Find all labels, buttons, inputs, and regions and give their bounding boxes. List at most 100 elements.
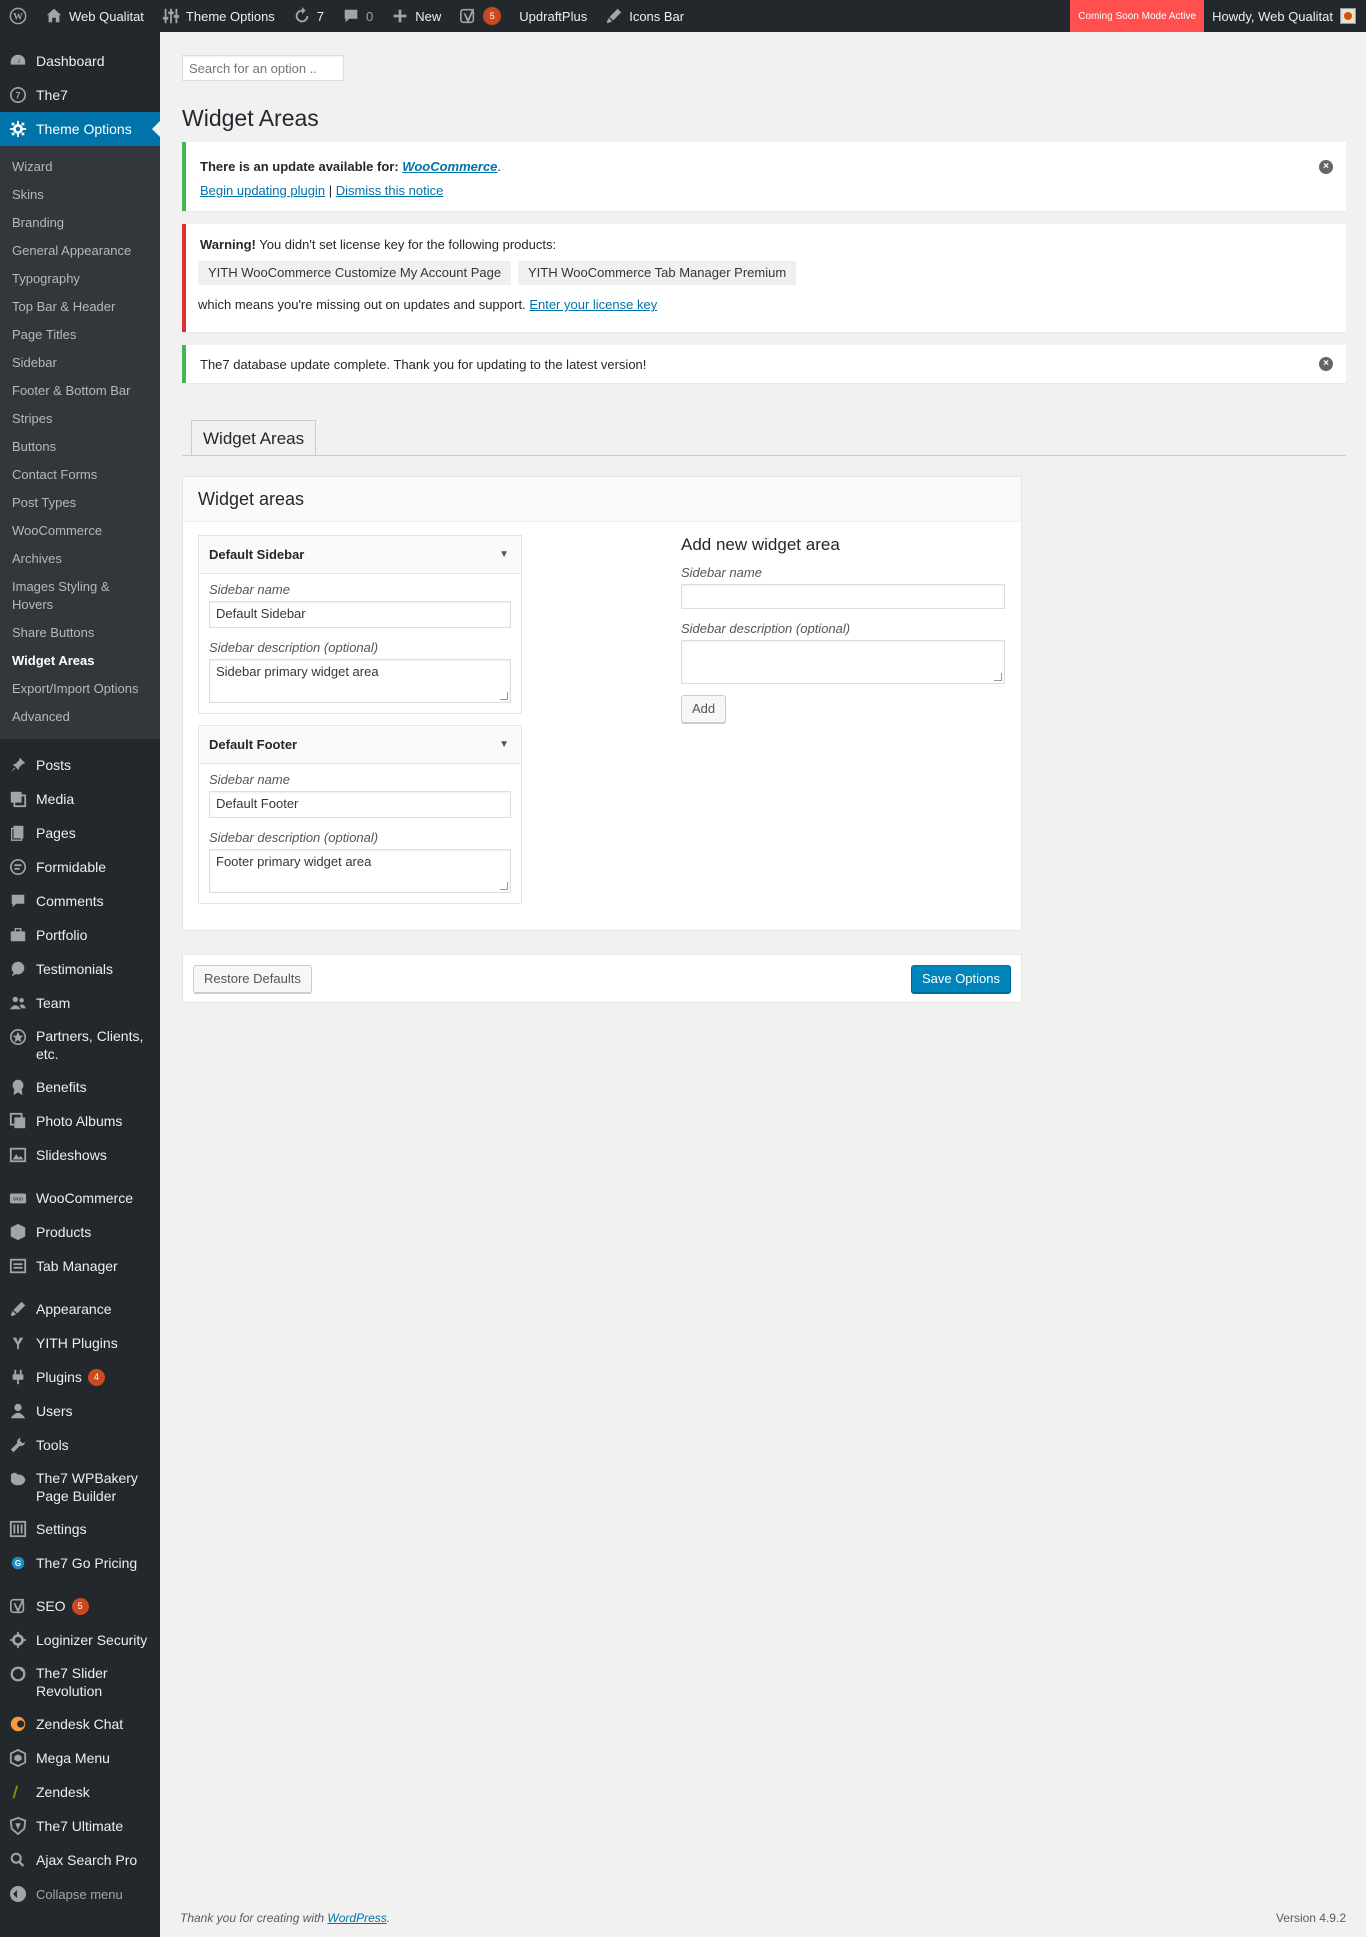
sidebar-item-zendesk-chat[interactable]: Zendesk Chat (0, 1707, 160, 1741)
add-widget-area-title: Add new widget area (681, 535, 840, 554)
sidebar-item-comments[interactable]: Comments (0, 884, 160, 918)
sidebar-item-tab-manager[interactable]: Tab Manager (0, 1249, 160, 1283)
sidebar-item-wpbakery[interactable]: The7 WPBakery Page Builder (0, 1462, 160, 1512)
icons-bar-link[interactable]: Icons Bar (596, 0, 693, 32)
new-content-link[interactable]: New (382, 0, 450, 32)
sidebar-item-partners[interactable]: Partners, Clients, etc. (0, 1020, 160, 1070)
account-menu[interactable]: Howdy, Web Qualitat (1204, 8, 1366, 24)
sidebar-item-yith-plugins[interactable]: YITH Plugins (0, 1326, 160, 1360)
sidebar-name-input[interactable]: Default Sidebar (209, 601, 511, 628)
yoast-link[interactable]: 5 (450, 0, 510, 32)
sidebar-item-testimonials[interactable]: Testimonials (0, 952, 160, 986)
wordpress-link[interactable]: WordPress (327, 1911, 386, 1925)
submenu-top-bar-header[interactable]: Top Bar & Header (0, 293, 160, 321)
enter-license-link[interactable]: Enter your license key (529, 297, 657, 312)
sidebar-item-the7-ultimate[interactable]: The7 Ultimate (0, 1809, 160, 1843)
submenu-skins[interactable]: Skins (0, 181, 160, 209)
sidebar-item-users[interactable]: Users (0, 1394, 160, 1428)
sidebar-item-tools[interactable]: Tools (0, 1428, 160, 1462)
admin-sidebar: Dashboard 7 The7 Theme Options Wizard Sk… (0, 32, 160, 1937)
close-icon[interactable]: × (1319, 160, 1333, 174)
submenu-branding[interactable]: Branding (0, 209, 160, 237)
sidebar-item-products[interactable]: Products (0, 1215, 160, 1249)
submenu-contact-forms[interactable]: Contact Forms (0, 461, 160, 489)
sidebar-item-posts[interactable]: Posts (0, 748, 160, 782)
submenu-woocommerce[interactable]: WooCommerce (0, 517, 160, 545)
submenu-general-appearance[interactable]: General Appearance (0, 237, 160, 265)
submenu-widget-areas[interactable]: Widget Areas (0, 647, 160, 675)
sidebar-item-settings[interactable]: Settings (0, 1512, 160, 1546)
submenu-stripes[interactable]: Stripes (0, 405, 160, 433)
sidebar-item-team[interactable]: Team (0, 986, 160, 1020)
option-search-input[interactable] (182, 55, 344, 81)
triangle-down-icon[interactable]: ▼ (499, 536, 509, 574)
woocommerce-link[interactable]: WooCommerce (402, 159, 497, 174)
sidebar-item-slider-revolution[interactable]: The7 Slider Revolution (0, 1657, 160, 1707)
plugin-update-notice: There is an update available for: WooCom… (182, 142, 1346, 211)
submenu-buttons[interactable]: Buttons (0, 433, 160, 461)
sidebar-item-seo[interactable]: SEO 5 (0, 1589, 160, 1623)
submenu-footer-bottom-bar[interactable]: Footer & Bottom Bar (0, 377, 160, 405)
sidebar-item-theme-options[interactable]: Theme Options (0, 112, 160, 146)
sidebar-item-slideshows[interactable]: Slideshows (0, 1138, 160, 1172)
widget-area-header[interactable]: Default Footer ▼ (199, 726, 521, 764)
add-widget-area-button[interactable]: Add (681, 695, 727, 723)
sidebar-item-the7[interactable]: 7 The7 (0, 78, 160, 112)
coming-soon-badge[interactable]: Coming Soon Mode Active (1070, 0, 1205, 32)
theme-options-link[interactable]: Theme Options (153, 0, 284, 32)
submenu-archives[interactable]: Archives (0, 545, 160, 573)
updates-link[interactable]: 7 (284, 0, 333, 32)
collapse-icon (8, 1884, 28, 1904)
submenu-page-titles[interactable]: Page Titles (0, 321, 160, 349)
submenu-share-buttons[interactable]: Share Buttons (0, 619, 160, 647)
sidebar-item-mega-menu[interactable]: Mega Menu (0, 1741, 160, 1775)
widget-area-header[interactable]: Default Sidebar ▼ (199, 536, 521, 574)
dismiss-notice-link[interactable]: Dismiss this notice (336, 183, 444, 198)
sidebar-item-go-pricing[interactable]: G The7 Go Pricing (0, 1546, 160, 1580)
submenu-post-types[interactable]: Post Types (0, 489, 160, 517)
submenu-wizard[interactable]: Wizard (0, 153, 160, 181)
sidebar-item-dashboard[interactable]: Dashboard (0, 44, 160, 78)
wordpress-logo-button[interactable]: W (0, 0, 36, 32)
sidebar-item-label: Products (36, 1224, 92, 1240)
sidebar-item-plugins[interactable]: Plugins 4 (0, 1360, 160, 1394)
sidebar-item-portfolio[interactable]: Portfolio (0, 918, 160, 952)
plus-icon (391, 7, 409, 25)
submenu-export-import-options[interactable]: Export/Import Options (0, 675, 160, 703)
sidebar-item-photo-albums[interactable]: Photo Albums (0, 1104, 160, 1138)
tab-widget-areas[interactable]: Widget Areas (191, 420, 317, 456)
sidebar-item-woocommerce[interactable]: woo WooCommerce (0, 1181, 160, 1215)
submenu-images-styling-hovers[interactable]: Images Styling & Hovers (0, 573, 160, 619)
sidebar-description-textarea[interactable]: Footer primary widget area (209, 849, 511, 893)
admin-bar: W Web Qualitat Theme Options 7 0 New 5 U… (0, 0, 1366, 32)
begin-updating-link[interactable]: Begin updating plugin (200, 183, 325, 198)
sidebar-item-benefits[interactable]: Benefits (0, 1070, 160, 1104)
collapse-menu-button[interactable]: Collapse menu (0, 1877, 160, 1911)
comments-link[interactable]: 0 (333, 0, 382, 32)
sidebar-item-loginizer[interactable]: Loginizer Security (0, 1623, 160, 1657)
sidebar-item-label: Ajax Search Pro (36, 1852, 138, 1868)
portfolio-icon (8, 925, 28, 945)
sidebar-item-ajax-search-pro[interactable]: Ajax Search Pro (0, 1843, 160, 1877)
save-options-button[interactable]: Save Options (910, 965, 1011, 993)
sidebar-description-textarea[interactable]: Sidebar primary widget area (209, 659, 511, 703)
new-sidebar-description-textarea[interactable] (681, 640, 1005, 684)
close-icon[interactable]: × (1319, 357, 1333, 371)
sidebar-item-media[interactable]: Media (0, 782, 160, 816)
sidebar-item-pages[interactable]: Pages (0, 816, 160, 850)
sidebar-item-zendesk[interactable]: Zendesk (0, 1775, 160, 1809)
new-sidebar-name-input[interactable] (681, 584, 1005, 609)
add-widget-area-form: Add new widget area Sidebar name Sidebar… (681, 535, 1011, 723)
sidebar-name-input[interactable]: Default Footer (209, 791, 511, 818)
restore-defaults-button[interactable]: Restore Defaults (193, 965, 312, 993)
sidebar-item-label: The7 Go Pricing (36, 1555, 138, 1571)
sidebar-item-appearance[interactable]: Appearance (0, 1292, 160, 1326)
triangle-down-icon[interactable]: ▼ (499, 726, 509, 764)
updates-count: 7 (316, 8, 325, 24)
submenu-advanced[interactable]: Advanced (0, 703, 160, 731)
sidebar-item-formidable[interactable]: Formidable (0, 850, 160, 884)
submenu-sidebar[interactable]: Sidebar (0, 349, 160, 377)
submenu-typography[interactable]: Typography (0, 265, 160, 293)
updraftplus-link[interactable]: UpdraftPlus (510, 0, 596, 32)
site-name-link[interactable]: Web Qualitat (36, 0, 153, 32)
